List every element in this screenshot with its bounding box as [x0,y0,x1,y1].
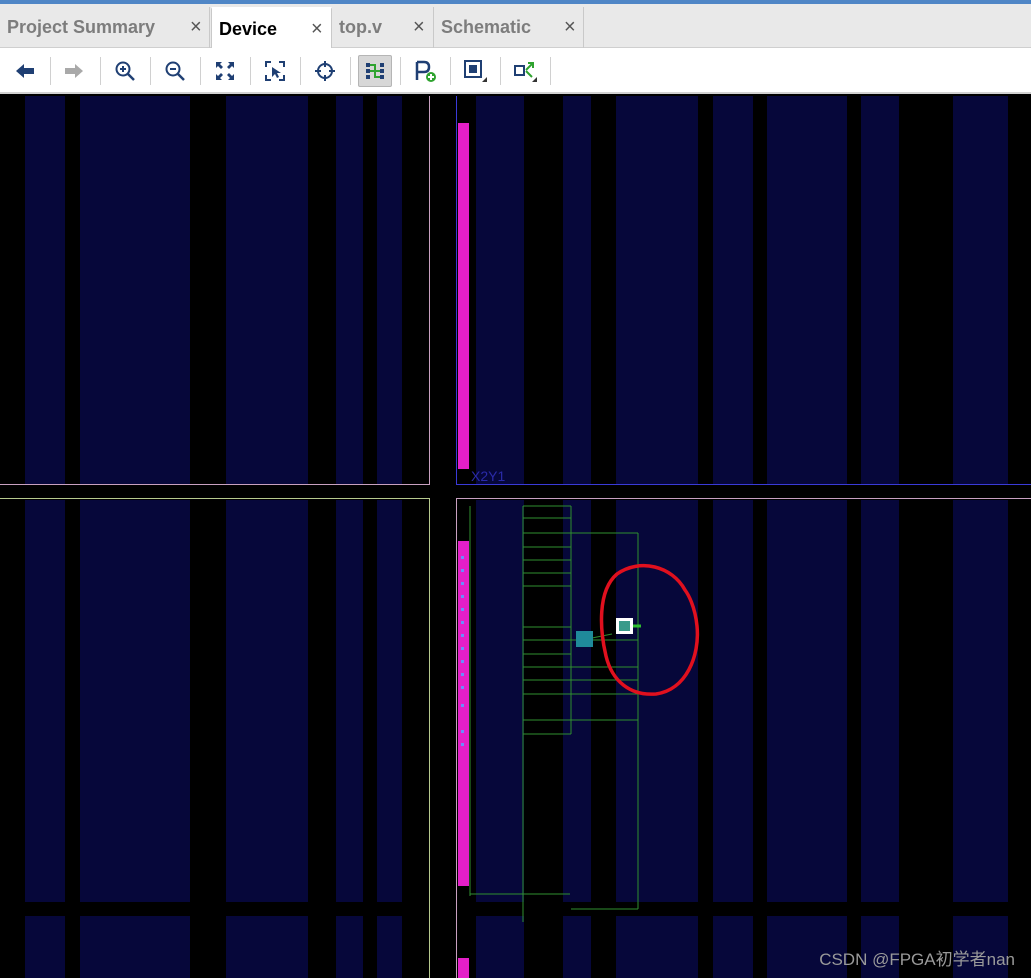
add-pblock-button[interactable] [410,56,440,86]
fixed-cells-icon [464,60,487,82]
routed-nets [469,505,639,922]
close-icon[interactable]: × [311,19,323,39]
tab-device[interactable]: Device × [211,7,332,48]
toolbar-separator [100,57,101,85]
back-arrow-icon [16,64,34,78]
forward-button[interactable] [59,56,89,86]
tab-label: Project Summary [7,17,156,37]
device-canvas[interactable]: X2Y1 CSDN @FPGA初学者nan [0,96,1031,978]
close-icon[interactable]: × [564,17,576,37]
toolbar-separator [550,57,551,85]
crosshair-icon [315,61,335,81]
crosshair-button[interactable] [310,56,340,86]
zoom-in-button[interactable] [110,56,140,86]
tab-top-v[interactable]: top.v × [332,7,434,48]
tab-schematic[interactable]: Schematic × [434,7,584,48]
toolbar-separator [250,57,251,85]
annotation-circle [599,564,700,696]
toolbar-separator [150,57,151,85]
close-icon[interactable]: × [413,17,425,37]
tab-project-summary[interactable]: Project Summary × [0,7,210,48]
forward-arrow-icon [65,64,83,78]
zoom-selection-icon [265,61,285,81]
tab-label: Schematic [441,17,532,37]
zoom-out-icon [165,61,185,81]
toolbar-separator [500,57,501,85]
toolbar-separator [350,57,351,85]
editor-tab-bar: Project Summary × Device × top.v × Schem… [0,4,1031,48]
zoom-selection-button[interactable] [260,56,290,86]
back-button[interactable] [10,56,40,86]
tab-label: Device [219,19,278,39]
device-toolbar [0,48,1031,94]
watermark: CSDN @FPGA初学者nan [819,950,1015,969]
fixed-cells-button[interactable] [460,56,490,86]
toolbar-separator [50,57,51,85]
routing-resources-button[interactable] [358,55,392,87]
toolbar-separator [400,57,401,85]
placed-cell [619,621,630,631]
autofit-selection-icon [514,62,537,82]
add-pblock-icon [415,60,436,82]
selected-cell[interactable] [576,631,593,647]
zoom-out-button[interactable] [160,56,190,86]
zoom-in-icon [115,61,135,81]
zoom-fit-icon [216,62,234,80]
close-icon[interactable]: × [190,17,202,37]
routing-overlay [461,505,700,922]
io-pin-markers [461,556,464,746]
toolbar-separator [200,57,201,85]
tab-label: top.v [339,17,382,37]
zoom-fit-button[interactable] [210,56,240,86]
toolbar-separator [300,57,301,85]
autofit-selection-button[interactable] [510,56,540,86]
toolbar-separator [450,57,451,85]
routing-resources-icon [366,63,384,79]
